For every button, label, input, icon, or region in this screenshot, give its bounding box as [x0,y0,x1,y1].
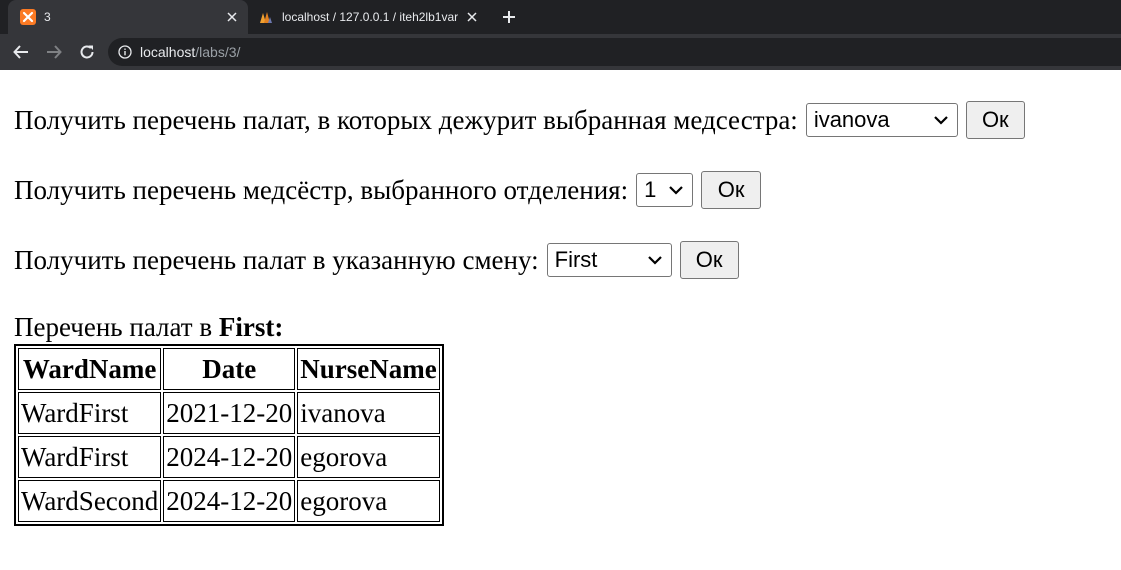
form-label: Получить перечень палат в указанную смен… [14,245,539,275]
reload-icon[interactable] [75,40,99,64]
tab-phpmyadmin[interactable]: localhost / 127.0.0.1 / iteh2lb1var [248,0,488,34]
url-text: localhost/labs/3/ [140,44,240,60]
table-cell: 2021-12-20 [163,392,296,434]
tab-title: localhost / 127.0.0.1 / iteh2lb1var [282,10,459,24]
department-select[interactable]: 1 [636,173,694,207]
info-icon[interactable] [118,45,132,59]
table-cell: 2024-12-20 [163,436,296,478]
result-caption: Перечень палат в First: [14,312,283,342]
tab-active[interactable]: 3 [8,0,248,34]
chevron-down-icon [667,184,685,196]
form-label: Получить перечень медсёстр, выбранного о… [14,175,629,205]
ok-button[interactable]: Ок [679,241,739,279]
table-row: WardFirst 2024-12-20 egorova [18,436,440,478]
tab-title: 3 [44,10,51,24]
phpmyadmin-icon [258,9,274,25]
column-header: NurseName [297,348,440,390]
wards-table: WardName Date NurseName WardFirst 2021-1… [14,344,444,526]
caption-prefix: Перечень палат в [14,312,213,342]
table-cell: egorova [297,480,440,522]
nurse-select[interactable]: ivanova [805,103,958,137]
table-row: WardFirst 2021-12-20 ivanova [18,392,440,434]
form-label: Получить перечень палат, в которых дежур… [14,105,798,135]
shift-select[interactable]: First [546,243,672,277]
table-cell: WardFirst [18,436,162,478]
back-arrow-icon[interactable] [9,40,33,64]
table-cell: 2024-12-20 [163,480,296,522]
select-value: First [554,247,598,272]
close-icon[interactable] [464,9,480,25]
xampp-icon [20,9,36,25]
chevron-down-icon [932,114,950,126]
column-header: Date [163,348,296,390]
tab-strip: 3 localhost / 127.0.0.1 / iteh2lb1var [0,0,1121,34]
form-shift-wards: Получить перечень палат в указанную смен… [14,241,739,279]
table-row: WardSecond 2024-12-20 egorova [18,480,440,522]
browser-toolbar: localhost/labs/3/ [0,34,1121,70]
chevron-down-icon [646,254,664,266]
select-value: ivanova [813,107,890,132]
table-cell: ivanova [297,392,440,434]
url-host: localhost [140,44,196,60]
close-icon[interactable] [224,9,240,25]
column-header: WardName [18,348,162,390]
address-bar[interactable]: localhost/labs/3/ [108,38,1121,66]
form-department-nurses: Получить перечень медсёстр, выбранного о… [14,171,762,209]
form-nurse-wards: Получить перечень палат, в которых дежур… [14,101,1025,139]
table-cell: WardFirst [18,392,162,434]
ok-button[interactable]: Ок [965,101,1025,139]
ok-button[interactable]: Ок [701,171,762,209]
url-path: /labs/3/ [195,44,241,60]
table-cell: WardSecond [18,480,162,522]
table-cell: egorova [297,436,440,478]
new-tab-icon[interactable] [498,7,520,27]
caption-shift: First: [218,312,284,342]
forward-arrow-icon[interactable] [42,40,66,64]
table-header-row: WardName Date NurseName [18,348,440,390]
select-value: 1 [644,177,657,202]
